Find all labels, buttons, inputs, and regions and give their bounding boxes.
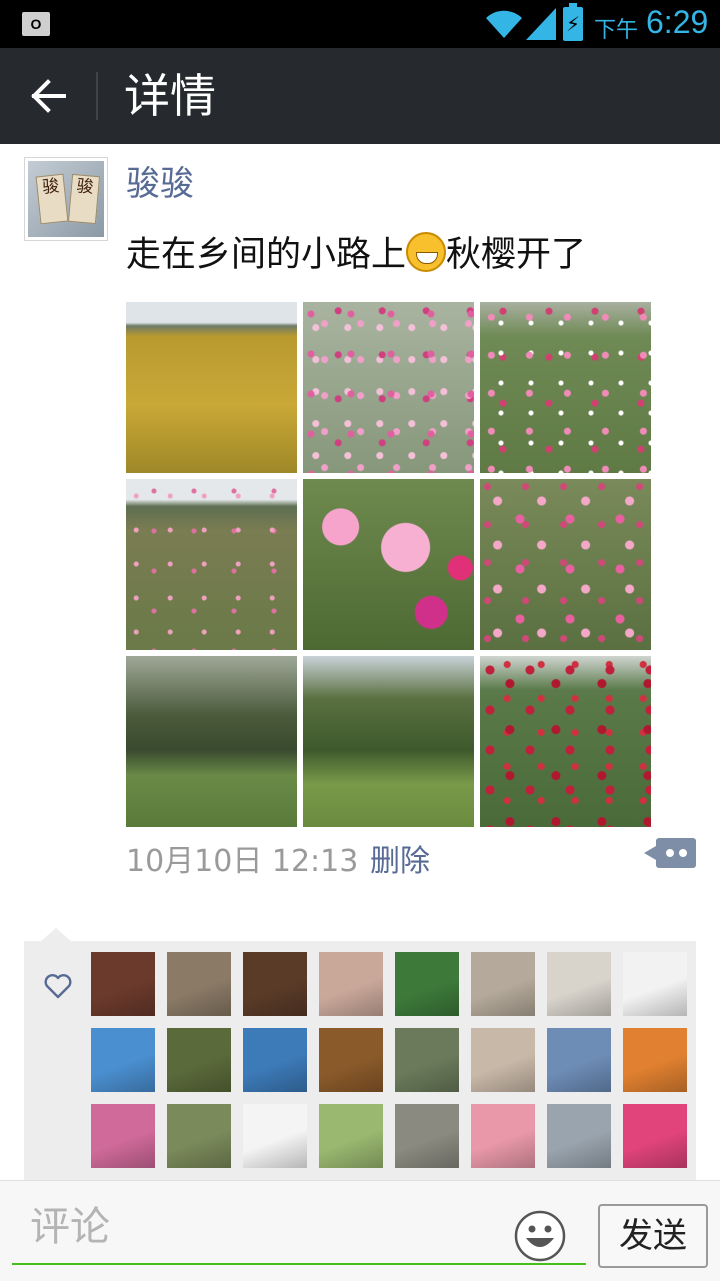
like-avatar[interactable] (395, 1028, 459, 1092)
photo-cosmos-field[interactable] (480, 479, 651, 650)
photo-park-trees[interactable] (303, 656, 474, 827)
photo-cosmos-field[interactable] (480, 302, 651, 473)
avatar-image: 骏 骏 (28, 161, 104, 237)
arrow-left-icon (31, 79, 66, 113)
comment-icon[interactable] (644, 838, 696, 868)
grinning-face-emoji-icon (406, 232, 447, 272)
post-timestamp: 10月10日 12:13 (126, 844, 359, 879)
comment-dot (666, 849, 674, 857)
outlook-icon: O (22, 12, 50, 36)
like-avatar[interactable] (547, 952, 611, 1016)
send-button[interactable]: 发送 (598, 1204, 708, 1268)
heart-icon (44, 974, 72, 999)
like-avatar[interactable] (395, 952, 459, 1016)
likes-panel (24, 941, 696, 1181)
like-avatar[interactable] (167, 1028, 231, 1092)
like-avatar[interactable] (91, 1104, 155, 1168)
like-avatar[interactable] (167, 952, 231, 1016)
photo-grid (126, 302, 652, 827)
photo-red-flower-bush[interactable] (480, 656, 651, 827)
comment-input[interactable] (12, 1191, 586, 1265)
author-name[interactable]: 骏骏 (126, 160, 194, 208)
title-divider (96, 72, 98, 120)
like-avatar[interactable] (319, 1028, 383, 1092)
photo-cosmos-field-horizon[interactable] (126, 479, 297, 650)
like-avatar[interactable] (471, 952, 535, 1016)
photo-rice-field[interactable] (126, 302, 297, 473)
like-avatar[interactable] (471, 1028, 535, 1092)
photo-cosmos-closeup[interactable] (303, 479, 474, 650)
wifi-icon (486, 10, 522, 38)
post-text-part: 走在乡间的小路上 (126, 235, 407, 275)
battery-icon: ⚡ (563, 3, 583, 41)
avatar-tag: 骏 (35, 173, 69, 225)
smiley-icon[interactable] (514, 1210, 566, 1262)
delete-button[interactable]: 删除 (370, 842, 430, 882)
like-avatar[interactable] (623, 1028, 687, 1092)
post-text-part: 秋樱开了 (446, 235, 587, 275)
like-avatar[interactable] (91, 952, 155, 1016)
like-avatar[interactable] (547, 1104, 611, 1168)
like-avatar[interactable] (623, 1104, 687, 1168)
like-avatar[interactable] (243, 1104, 307, 1168)
like-avatar[interactable] (167, 1104, 231, 1168)
title-bar: 详情 (0, 48, 720, 144)
like-avatar[interactable] (395, 1104, 459, 1168)
avatar-tag: 骏 (67, 173, 101, 225)
post-text: 走在乡间的小路上 秋樱开了 (126, 230, 586, 280)
signal-icon (526, 8, 556, 40)
like-avatar[interactable] (91, 1028, 155, 1092)
status-time: 6:29 (646, 4, 709, 40)
like-avatar[interactable] (243, 952, 307, 1016)
comment-dot (679, 849, 687, 857)
like-avatar[interactable] (319, 1104, 383, 1168)
status-ampm: 下午 (594, 18, 639, 43)
status-bar: O ⚡ 下午 6:29 (0, 0, 720, 48)
like-avatar[interactable] (547, 1028, 611, 1092)
likes-panel-arrow (40, 928, 72, 942)
back-button[interactable] (20, 68, 78, 124)
photo-cosmos-field[interactable] (303, 302, 474, 473)
page-title: 详情 (124, 69, 216, 123)
like-avatar[interactable] (319, 952, 383, 1016)
like-avatar[interactable] (471, 1104, 535, 1168)
author-avatar[interactable]: 骏 骏 (24, 157, 108, 241)
like-avatar[interactable] (623, 952, 687, 1016)
photo-park-trees[interactable] (126, 656, 297, 827)
like-avatar[interactable] (243, 1028, 307, 1092)
